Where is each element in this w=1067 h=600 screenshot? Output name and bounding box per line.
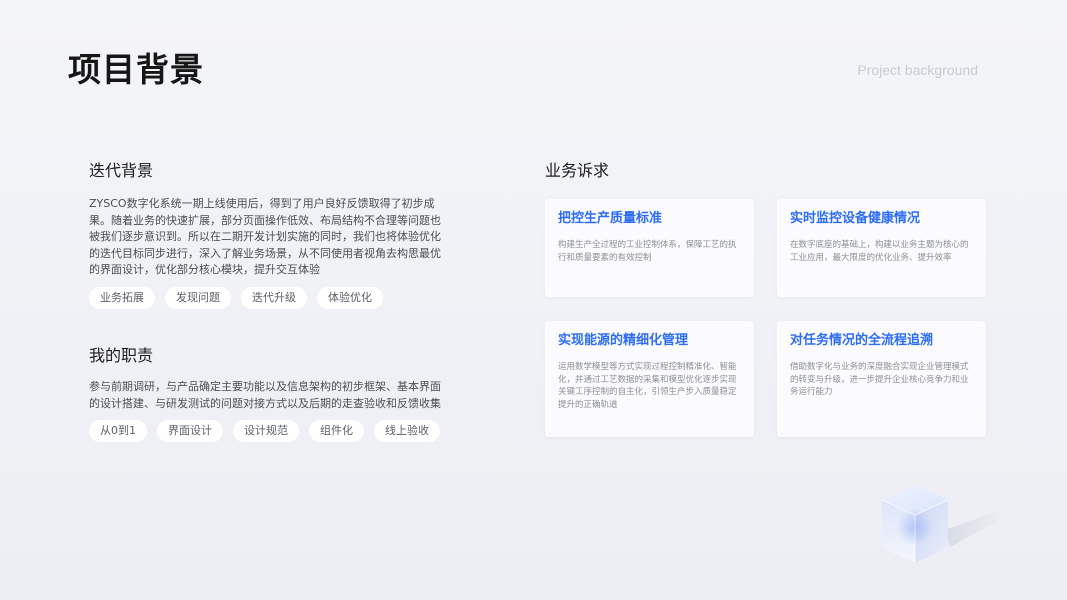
tag-find-problems: 发现问题 xyxy=(165,286,231,309)
iteration-tags: 业务拓展 发现问题 迭代升级 体验优化 xyxy=(89,286,449,309)
tag-experience-optimization: 体验优化 xyxy=(317,286,383,309)
demand-card: 实现能源的精细化管理 运用数学模型等方式实现过程控制精准化、智能化，并通过工艺数… xyxy=(545,321,754,437)
tag-zero-to-one: 从0到1 xyxy=(89,420,147,442)
demand-card-title: 实时监控设备健康情况 xyxy=(790,211,921,226)
demand-card-desc: 在数字底座的基础上，构建以业务主题为核心的工业应用，最大限度的优化业务、提升效率 xyxy=(790,240,969,263)
role-section: 我的职责 参与前期调研，与产品确定主要功能以及信息架构的初步框架、基本界面的设计… xyxy=(89,345,449,442)
role-tags: 从0到1 界面设计 设计规范 组件化 线上验收 xyxy=(89,420,449,442)
tag-iteration-upgrade: 迭代升级 xyxy=(241,286,307,309)
demands-heading: 业务诉求 xyxy=(545,161,610,180)
iteration-heading: 迭代背景 xyxy=(89,161,154,180)
tag-business-expansion: 业务拓展 xyxy=(89,286,155,309)
tag-online-acceptance: 线上验收 xyxy=(374,420,440,442)
page-subtitle: Project background xyxy=(857,62,978,78)
tag-design-spec: 设计规范 xyxy=(233,420,299,442)
demand-card-desc: 运用数学模型等方式实现过程控制精准化、智能化，并通过工艺数据的采集和模型优化逐步… xyxy=(558,362,737,410)
tag-componentization: 组件化 xyxy=(309,420,364,442)
iteration-text: ZYSCO数字化系统一期上线使用后，得到了用户良好反馈取得了初步成果。随着业务的… xyxy=(89,197,441,276)
tag-ui-design: 界面设计 xyxy=(157,420,223,442)
demand-card-title: 实现能源的精细化管理 xyxy=(558,333,689,348)
demand-card: 对任务情况的全流程追溯 借助数字化与业务的深度融合实现企业管理模式的转变与升级，… xyxy=(777,321,986,437)
role-heading: 我的职责 xyxy=(89,346,154,365)
role-text: 参与前期调研，与产品确定主要功能以及信息架构的初步框架、基本界面的设计搭建、与研… xyxy=(89,380,441,410)
page-title: 项目背景 xyxy=(68,50,204,89)
demand-card: 实时监控设备健康情况 在数字底座的基础上，构建以业务主题为核心的工业应用，最大限… xyxy=(777,199,986,297)
demand-card-title: 对任务情况的全流程追溯 xyxy=(790,333,934,348)
demand-card-desc: 构建生产全过程的工业控制体系，保障工艺的执行和质量要素的有效控制 xyxy=(558,240,737,263)
iteration-section: 迭代背景 ZYSCO数字化系统一期上线使用后，得到了用户良好反馈取得了初步成果。… xyxy=(89,160,449,309)
glass-cube-icon xyxy=(881,485,1005,563)
demand-card-desc: 借助数字化与业务的深度融合实现企业管理模式的转变与升级，进一步提升企业核心竞争力… xyxy=(790,362,969,397)
demand-card-title: 把控生产质量标准 xyxy=(558,211,663,226)
demand-card: 把控生产质量标准 构建生产全过程的工业控制体系，保障工艺的执行和质量要素的有效控… xyxy=(545,199,754,297)
